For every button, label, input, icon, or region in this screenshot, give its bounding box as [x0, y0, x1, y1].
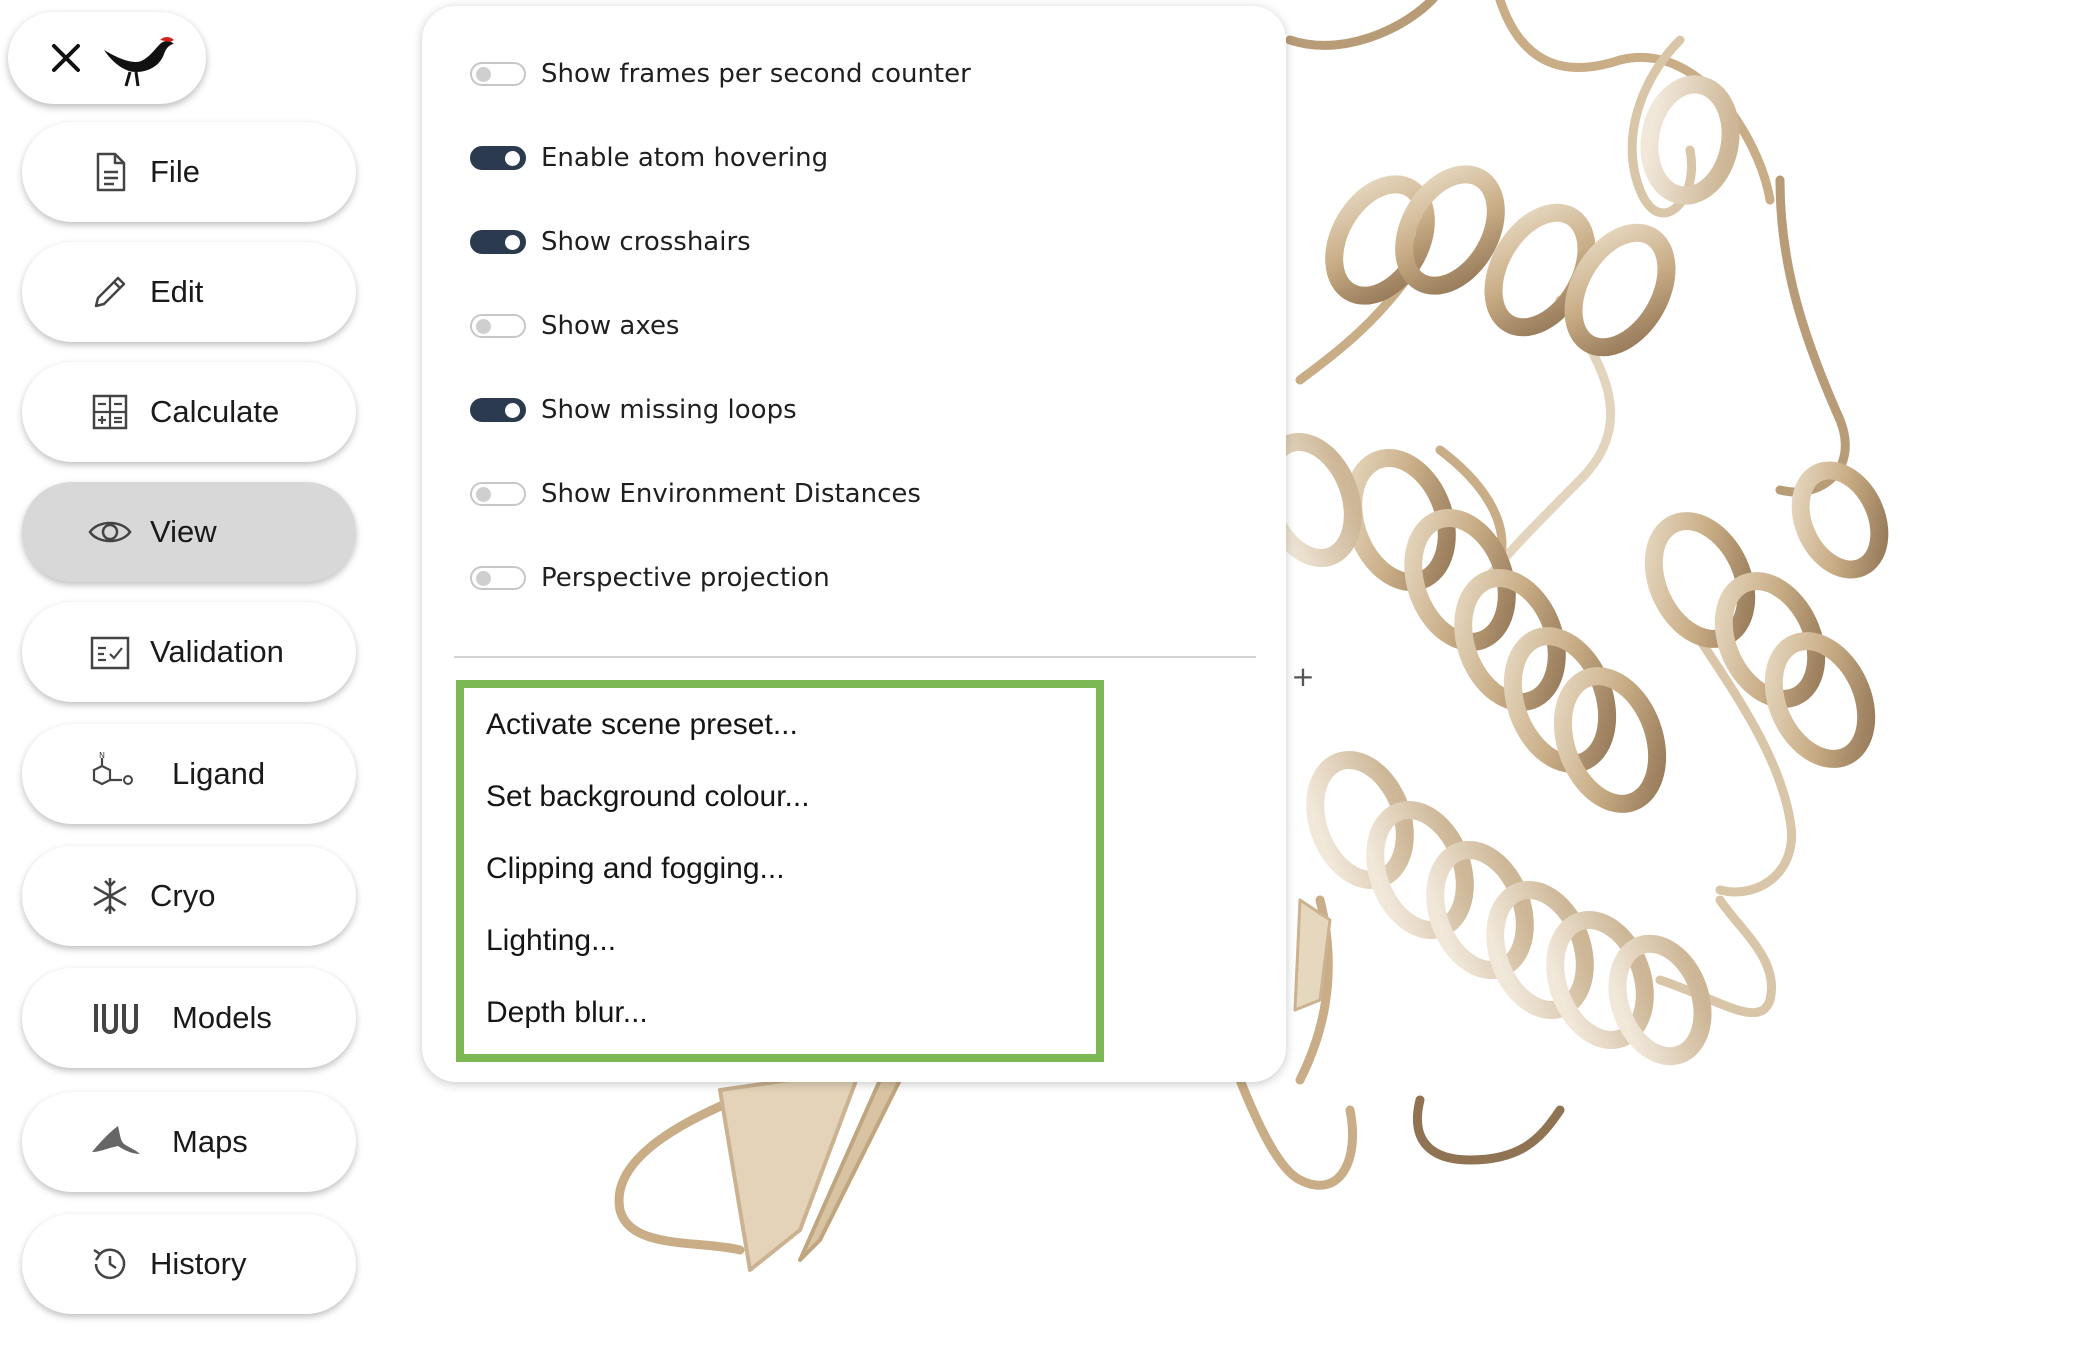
toggle-crosshairs[interactable]: Show crosshairs	[470, 222, 751, 262]
toggle-perspective-projection[interactable]: Perspective projection	[470, 558, 830, 598]
map-icon	[92, 1126, 140, 1154]
toggle-label: Show missing loops	[541, 395, 797, 425]
nav-file-label: File	[150, 154, 200, 189]
toggle-axes[interactable]: Show axes	[470, 306, 679, 346]
nav-file-button[interactable]: File	[22, 122, 356, 222]
nav-cryo-label: Cryo	[150, 878, 216, 913]
checklist-icon	[90, 636, 130, 670]
toggle-label: Show crosshairs	[541, 227, 751, 257]
nav-models-button[interactable]: Models	[22, 968, 356, 1068]
toggle-label: Show axes	[541, 311, 680, 341]
history-icon	[93, 1248, 126, 1280]
nav-edit-label: Edit	[150, 274, 204, 309]
nav-view-button[interactable]: View	[22, 482, 356, 582]
toggle-label: Show frames per second counter	[541, 59, 971, 89]
toggle-switch[interactable]	[470, 146, 526, 170]
nav-cryo-button[interactable]: Cryo	[22, 846, 356, 946]
nav-validation-label: Validation	[150, 634, 284, 669]
nav-models-label: Models	[172, 1000, 272, 1035]
snowflake-icon	[93, 878, 127, 914]
toggle-switch[interactable]	[470, 482, 526, 506]
top-close-logo-pill	[8, 12, 206, 104]
pencil-icon	[94, 276, 126, 308]
toggle-missing-loops[interactable]: Show missing loops	[470, 390, 797, 430]
nav-history-label: History	[150, 1246, 247, 1281]
toggle-switch[interactable]	[470, 398, 526, 422]
nav-edit-button[interactable]: Edit	[22, 242, 356, 342]
menu-item-background-colour[interactable]: Set background colour...	[486, 780, 810, 814]
toggle-atom-hovering[interactable]: Enable atom hovering	[470, 138, 828, 178]
nav-ligand-button[interactable]: N Ligand	[22, 724, 356, 824]
nav-maps-button[interactable]: Maps	[22, 1092, 356, 1192]
menu-item-scene-preset[interactable]: Activate scene preset...	[486, 708, 798, 742]
molecule-icon: N	[92, 752, 133, 786]
models-icon	[94, 1004, 138, 1034]
file-icon	[96, 152, 126, 192]
toggle-label: Show Environment Distances	[541, 479, 921, 509]
highlighted-menu-group: Activate scene preset... Set background …	[456, 680, 1104, 1062]
nav-maps-label: Maps	[172, 1124, 248, 1159]
nav-calculate-button[interactable]: Calculate	[22, 362, 356, 462]
view-settings-panel: Show frames per second counter Enable at…	[422, 6, 1286, 1082]
close-icon[interactable]	[46, 38, 86, 78]
menu-item-lighting[interactable]: Lighting...	[486, 924, 616, 958]
toggle-switch[interactable]	[470, 230, 526, 254]
nav-view-label: View	[150, 514, 217, 549]
svg-text:N: N	[99, 752, 105, 760]
menu-item-clipping-fogging[interactable]: Clipping and fogging...	[486, 852, 785, 886]
toggle-switch[interactable]	[470, 314, 526, 338]
menu-item-depth-blur[interactable]: Depth blur...	[486, 996, 648, 1030]
crosshair-icon: +	[1291, 660, 1315, 693]
toggle-label: Enable atom hovering	[541, 143, 829, 173]
toggle-environment-distances[interactable]: Show Environment Distances	[470, 474, 921, 514]
calculator-icon	[92, 394, 128, 430]
nav-calculate-label: Calculate	[150, 394, 280, 429]
toggle-switch[interactable]	[470, 62, 526, 86]
nav-ligand-label: Ligand	[172, 756, 266, 791]
moorhen-bird-logo-icon	[104, 37, 174, 87]
toggle-switch[interactable]	[470, 566, 526, 590]
toggle-label: Perspective projection	[541, 563, 830, 593]
eye-icon	[88, 521, 132, 543]
panel-divider	[454, 656, 1256, 658]
nav-validation-button[interactable]: Validation	[22, 602, 356, 702]
toggle-fps-counter[interactable]: Show frames per second counter	[470, 54, 971, 94]
nav-history-button[interactable]: History	[22, 1214, 356, 1314]
